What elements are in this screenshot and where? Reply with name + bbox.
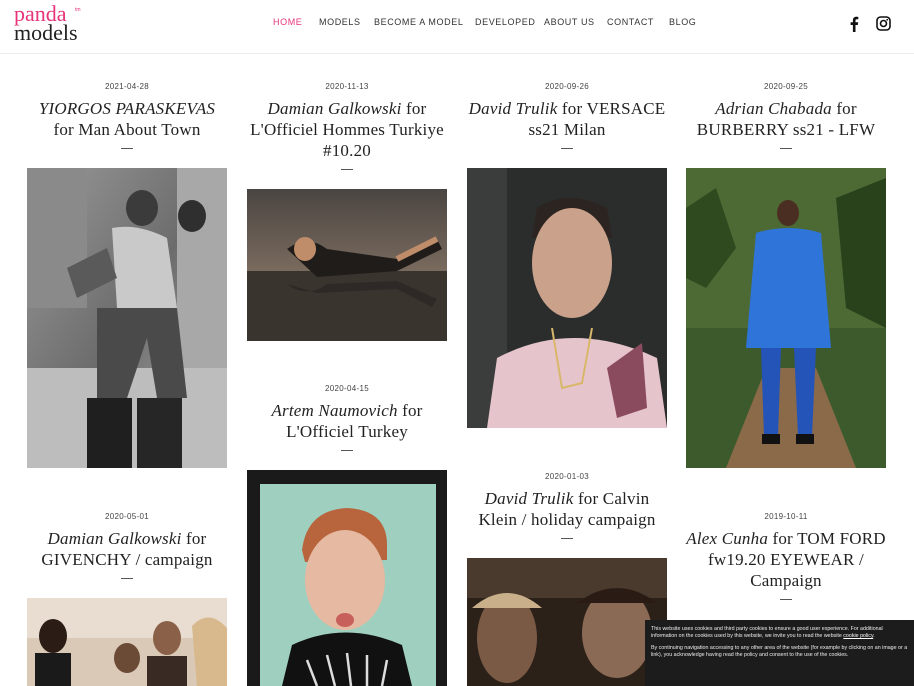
post-card[interactable]: 2020-11-13 Damian Galkowski for L'Offici… <box>247 82 447 170</box>
instagram-icon[interactable] <box>876 16 891 36</box>
nav-models[interactable]: MODELS <box>319 17 361 27</box>
post-card[interactable]: 2020-09-26 David Trulik for VERSACE ss21… <box>467 82 667 149</box>
post-date: 2020-01-03 <box>545 472 589 481</box>
post-image[interactable] <box>247 189 447 341</box>
model-name: David Trulik <box>484 489 574 508</box>
post-card[interactable]: 2020-04-15 Artem Naumovich for L'Officie… <box>247 384 447 451</box>
cookie-banner: This website uses cookies and third part… <box>645 620 914 686</box>
divider <box>341 169 353 170</box>
divider <box>780 148 792 149</box>
divider <box>561 148 573 149</box>
nav-contact[interactable]: CONTACT <box>607 17 654 27</box>
post-date: 2019-10-11 <box>764 512 808 521</box>
facebook-icon[interactable] <box>849 16 859 37</box>
post-card[interactable]: 2020-09-25 Adrian Chabada for BURBERRY s… <box>686 82 886 149</box>
post-title[interactable]: Damian Galkowski for GIVENCHY / campaign <box>27 528 227 570</box>
post-image[interactable] <box>467 558 667 686</box>
post-card[interactable]: 2020-05-01 Damian Galkowski for GIVENCHY… <box>27 512 227 579</box>
post-card[interactable]: 2019-10-11 Alex Cunha for TOM FORD fw19.… <box>686 512 886 600</box>
logo-tm: tm <box>75 7 81 13</box>
post-image[interactable] <box>27 168 227 468</box>
model-name: YIORGOS PARASKEVAS <box>38 99 216 118</box>
divider <box>341 450 353 451</box>
cookie-policy-link[interactable]: cookie policy <box>843 633 873 639</box>
post-subject: for Man About Town <box>53 120 201 139</box>
divider <box>561 538 573 539</box>
site-header: panda tm models HOME MODELS BECOME A MOD… <box>0 0 914 54</box>
post-title[interactable]: Damian Galkowski for L'Officiel Hommes T… <box>247 98 447 161</box>
divider <box>780 599 792 600</box>
cookie-text-2: By continuing navigation accessing to an… <box>651 645 908 658</box>
post-date: 2020-11-13 <box>325 82 369 91</box>
model-name: Adrian Chabada <box>715 99 832 118</box>
post-title[interactable]: Alex Cunha for TOM FORD fw19.20 EYEWEAR … <box>686 528 886 591</box>
post-title[interactable]: David Trulik for Calvin Klein / holiday … <box>467 488 667 530</box>
post-date: 2020-09-25 <box>764 82 808 91</box>
post-date: 2020-05-01 <box>105 512 149 521</box>
post-title[interactable]: Adrian Chabada for BURBERRY ss21 - LFW <box>686 98 886 140</box>
post-image[interactable] <box>27 598 227 686</box>
nav-about-us[interactable]: ABOUT US <box>544 17 595 27</box>
post-title[interactable]: Artem Naumovich for L'Officiel Turkey <box>247 400 447 442</box>
logo-line-2: models <box>14 20 78 45</box>
divider <box>121 148 133 149</box>
model-name: Damian Galkowski <box>267 99 402 118</box>
cookie-text-1: This website uses cookies and third part… <box>651 626 883 639</box>
post-card[interactable]: 2020-01-03 David Trulik for Calvin Klein… <box>467 472 667 539</box>
panda-models-logo[interactable]: panda tm models <box>14 3 94 47</box>
post-image[interactable] <box>247 470 447 686</box>
post-title[interactable]: YIORGOS PARASKEVAS for Man About Town <box>27 98 227 140</box>
model-name: Artem Naumovich <box>271 401 398 420</box>
nav-home[interactable]: HOME <box>273 17 302 27</box>
nav-become-a-model[interactable]: BECOME A MODEL <box>374 17 463 27</box>
nav-developed[interactable]: DEVELOPED <box>475 17 535 27</box>
model-name: Damian Galkowski <box>47 529 182 548</box>
post-date: 2020-04-15 <box>325 384 369 393</box>
divider <box>121 578 133 579</box>
post-title[interactable]: David Trulik for VERSACE ss21 Milan <box>467 98 667 140</box>
post-card[interactable]: 2021-04-28 YIORGOS PARASKEVAS for Man Ab… <box>27 82 227 149</box>
model-name: Alex Cunha <box>686 529 769 548</box>
nav-blog[interactable]: BLOG <box>669 17 696 27</box>
post-image[interactable] <box>467 168 667 428</box>
post-date: 2021-04-28 <box>105 82 149 91</box>
model-name: David Trulik <box>468 99 558 118</box>
post-image[interactable] <box>686 168 886 468</box>
post-date: 2020-09-26 <box>545 82 589 91</box>
